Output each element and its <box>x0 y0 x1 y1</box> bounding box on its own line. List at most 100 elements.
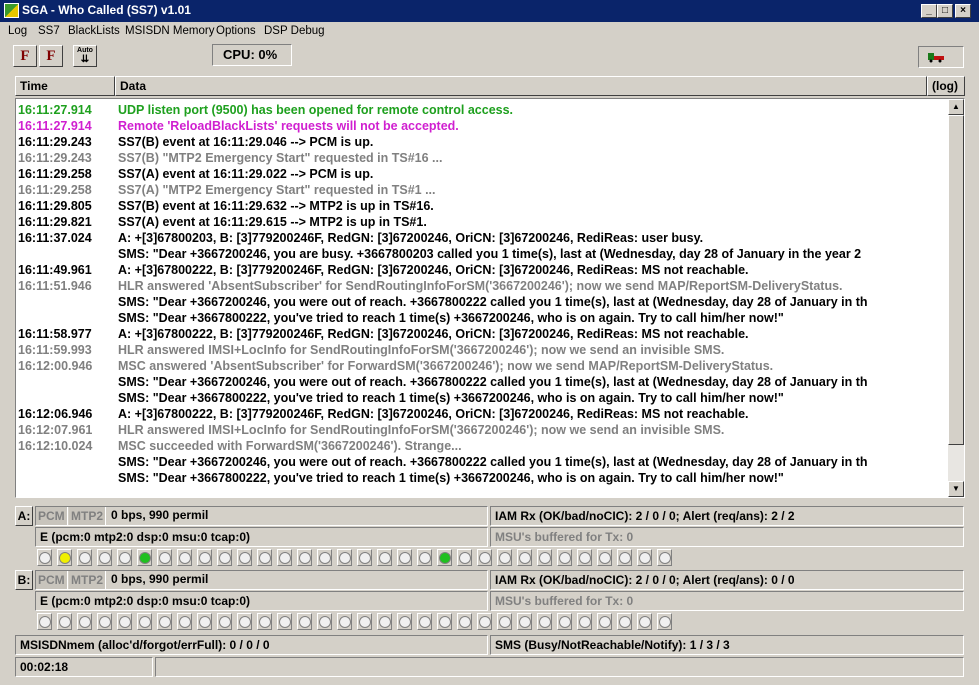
log-text: HLR answered 'AbsentSubscriber' for Send… <box>118 279 843 293</box>
channel-b-iam-stats: IAM Rx (OK/bad/noCIC): 2 / 0 / 0; Alert … <box>490 570 964 590</box>
log-time: 16:11:29.821 <box>18 215 92 229</box>
timeslot-lamp-icon <box>459 552 471 564</box>
log-text: MSC succeeded with ForwardSM('3667200246… <box>118 439 462 453</box>
channel-a-mtp2-tag: MTP2 <box>69 507 107 525</box>
menu-dsp-debug[interactable]: DSP Debug <box>264 25 325 37</box>
timeslot-lamp-icon <box>79 616 91 628</box>
log-text: MSC answered 'AbsentSubscriber' for Forw… <box>118 359 774 373</box>
channel-a-timeslot-cell <box>397 549 412 566</box>
log-text: SS7(B) "MTP2 Emergency Start" requested … <box>118 151 443 165</box>
log-text: A: +[3]67800222, B: [3]779200246F, RedGN… <box>118 263 749 277</box>
scroll-thumb[interactable] <box>948 115 964 445</box>
timeslot-lamp-icon <box>339 552 351 564</box>
timeslot-lamp-icon <box>199 616 211 628</box>
channel-a-timeslot-cell <box>117 549 132 566</box>
timeslot-lamp-icon <box>119 552 131 564</box>
timeslot-lamp-icon <box>179 616 191 628</box>
channel-b-timeslot-cell <box>477 613 492 630</box>
timeslot-lamp-icon <box>439 616 451 628</box>
channel-a-timeslot-cell <box>277 549 292 566</box>
scroll-up-arrow-icon[interactable]: ▲ <box>948 99 964 115</box>
timeslot-lamp-icon <box>259 552 271 564</box>
channel-b-timeslot-cell <box>197 613 212 630</box>
menu-msisdn-memory[interactable]: MSISDN Memory <box>125 25 214 37</box>
timeslot-lamp-icon <box>299 552 311 564</box>
window-title: SGA - Who Called (SS7) v1.01 <box>22 3 191 17</box>
timeslot-lamp-icon <box>539 552 551 564</box>
timeslot-lamp-icon <box>659 552 671 564</box>
channel-b-timeslot-cell <box>57 613 72 630</box>
cpu-display: CPU: 0% <box>212 44 292 66</box>
menu-blacklists[interactable]: BlackLists <box>68 25 120 37</box>
close-button[interactable]: × <box>955 4 971 18</box>
timeslot-lamp-icon <box>579 552 591 564</box>
channel-b-timeslot-cell <box>417 613 432 630</box>
title-bar: SGA - Who Called (SS7) v1.01 _ □ × <box>0 0 979 22</box>
channel-b-timeslot-cell <box>297 613 312 630</box>
channel-b-timeslot-lamps <box>37 613 677 630</box>
timeslot-lamp-icon <box>559 552 571 564</box>
log-toggle-button[interactable]: (log) <box>927 76 965 96</box>
event-log-list[interactable]: SMS: "Dear +3667800222, you've tried to … <box>15 98 965 498</box>
scroll-down-icon: ⇊ <box>80 54 90 65</box>
timeslot-lamp-icon <box>359 616 371 628</box>
channel-a-timeslot-cell <box>77 549 92 566</box>
log-time: 16:11:37.024 <box>18 231 92 245</box>
channel-a-timeslot-cell <box>557 549 572 566</box>
channel-b-timeslot-cell <box>497 613 512 630</box>
timeslot-lamp-icon <box>639 616 651 628</box>
log-time: 16:11:51.946 <box>18 279 92 293</box>
toolbar-auto-button[interactable]: Auto ⇊ <box>73 45 97 67</box>
channel-b-timeslot-cell <box>457 613 472 630</box>
channel-a-timeslot-cell <box>197 549 212 566</box>
timeslot-lamp-icon <box>419 552 431 564</box>
minimize-button[interactable]: _ <box>921 4 937 18</box>
time-column-header[interactable]: Time <box>15 76 115 96</box>
timeslot-lamp-icon <box>419 616 431 628</box>
timeslot-lamp-icon <box>179 552 191 564</box>
channel-a-timeslot-cell <box>517 549 532 566</box>
timeslot-lamp-icon <box>239 552 251 564</box>
scroll-down-arrow-icon[interactable]: ▼ <box>948 481 964 497</box>
channel-a-timeslot-cell <box>637 549 652 566</box>
toolbar-f-button-1[interactable]: F <box>13 45 37 67</box>
menu-log[interactable]: Log <box>8 25 27 37</box>
channel-a-error-counts: E (pcm:0 mtp2:0 dsp:0 msu:0 tcap:0) <box>35 527 488 547</box>
channel-b-timeslot-cell <box>277 613 292 630</box>
timeslot-lamp-icon <box>199 552 211 564</box>
log-time: 16:11:29.243 <box>18 135 92 149</box>
log-text: SS7(A) "MTP2 Emergency Start" requested … <box>118 183 436 197</box>
channel-a-pcm-tag: PCM <box>36 507 68 525</box>
channel-a-iam-stats: IAM Rx (OK/bad/noCIC): 2 / 0 / 0; Alert … <box>490 506 964 526</box>
timeslot-lamp-icon <box>599 552 611 564</box>
data-column-header[interactable]: Data <box>115 76 927 96</box>
log-vertical-scrollbar[interactable]: ▲ ▼ <box>948 99 964 497</box>
timeslot-lamp-icon <box>399 616 411 628</box>
log-text: SS7(A) event at 16:11:29.022 --> PCM is … <box>118 167 374 181</box>
channel-b-timeslot-cell <box>437 613 452 630</box>
toolbar-f-button-2[interactable]: F <box>39 45 63 67</box>
channel-b-label: B: <box>15 570 33 590</box>
menu-bar: Log SS7 BlackLists MSISDN Memory Options… <box>0 22 979 41</box>
maximize-button[interactable]: □ <box>937 4 953 18</box>
channel-a-timeslot-cell <box>217 549 232 566</box>
channel-b-timeslot-cell <box>117 613 132 630</box>
channel-b-timeslot-cell <box>617 613 632 630</box>
channel-a-timeslot-cell <box>97 549 112 566</box>
timeslot-lamp-icon <box>279 552 291 564</box>
timeslot-lamp-icon <box>259 616 271 628</box>
app-icon[interactable] <box>4 3 19 18</box>
log-text: A: +[3]67800222, B: [3]779200246F, RedGN… <box>118 327 749 341</box>
timeslot-lamp-icon <box>399 552 411 564</box>
timeslot-lamp-icon <box>39 616 51 628</box>
channel-b-rate: 0 bps, 990 permil <box>111 572 209 586</box>
menu-ss7[interactable]: SS7 <box>38 25 60 37</box>
timeslot-lamp-icon <box>579 616 591 628</box>
timeslot-lamp-icon <box>499 616 511 628</box>
channel-a-timeslot-cell <box>417 549 432 566</box>
menu-options[interactable]: Options <box>216 25 256 37</box>
channel-b-timeslot-cell <box>577 613 592 630</box>
log-text: SS7(B) event at 16:11:29.046 --> PCM is … <box>118 135 374 149</box>
timeslot-lamp-icon <box>299 616 311 628</box>
channel-a-timeslot-cell <box>497 549 512 566</box>
